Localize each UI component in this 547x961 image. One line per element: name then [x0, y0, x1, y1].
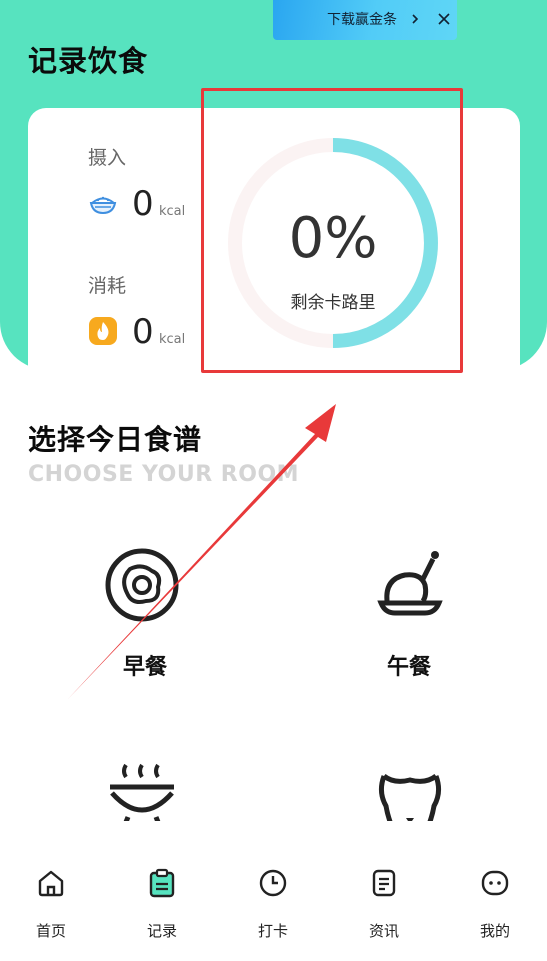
intake-unit: kcal — [159, 204, 186, 219]
meal-label: 午餐 — [386, 655, 431, 680]
bottom-tab-bar: 首页 记录 打卡 资讯 我的 — [0, 852, 547, 961]
section-title: 选择今日食谱 — [28, 423, 203, 456]
tab-profile[interactable]: 我的 — [465, 864, 525, 940]
meal-label: 早餐 — [122, 655, 167, 680]
document-icon — [372, 869, 396, 897]
tab-news[interactable]: 资讯 — [354, 864, 414, 940]
clock-icon — [259, 869, 287, 897]
meal-breakfast[interactable]: 早餐 — [100, 545, 190, 685]
tab-record[interactable]: 记录 — [132, 864, 192, 940]
tab-label: 资讯 — [368, 922, 399, 940]
snack-icon — [378, 773, 442, 821]
close-icon[interactable] — [433, 8, 455, 30]
profile-face-icon — [481, 870, 509, 896]
flame-icon — [89, 317, 117, 345]
grill-icon — [110, 763, 174, 821]
meal-dinner[interactable] — [100, 755, 180, 821]
annotation-highlight-box — [201, 88, 463, 373]
intake-label: 摄入 — [88, 147, 127, 169]
page-title: 记录饮食 — [28, 44, 149, 78]
section-subtitle: CHOOSE YOUR ROOM — [28, 462, 300, 487]
home-icon — [38, 870, 64, 897]
rice-bowl-icon — [89, 196, 117, 215]
promo-text[interactable]: 下载赢金条 — [327, 9, 397, 29]
tab-home[interactable]: 首页 — [21, 864, 81, 940]
tab-label: 记录 — [146, 922, 177, 940]
intake-value: 0 — [132, 184, 154, 224]
meal-lunch[interactable]: 午餐 — [365, 545, 455, 685]
clipboard-icon — [149, 868, 175, 898]
tab-label: 打卡 — [257, 922, 288, 940]
meal-snack[interactable] — [370, 758, 450, 821]
promo-banner[interactable]: 下载赢金条 — [273, 0, 457, 40]
tab-label: 我的 — [479, 922, 510, 940]
roast-chicken-icon — [377, 551, 443, 616]
tab-label: 首页 — [35, 922, 66, 940]
chevron-right-icon — [412, 14, 419, 24]
fried-egg-plate-icon — [105, 548, 179, 622]
burn-label: 消耗 — [88, 275, 127, 297]
burn-unit: kcal — [159, 332, 186, 347]
burn-value: 0 — [132, 312, 154, 352]
tab-checkin[interactable]: 打卡 — [243, 864, 303, 940]
